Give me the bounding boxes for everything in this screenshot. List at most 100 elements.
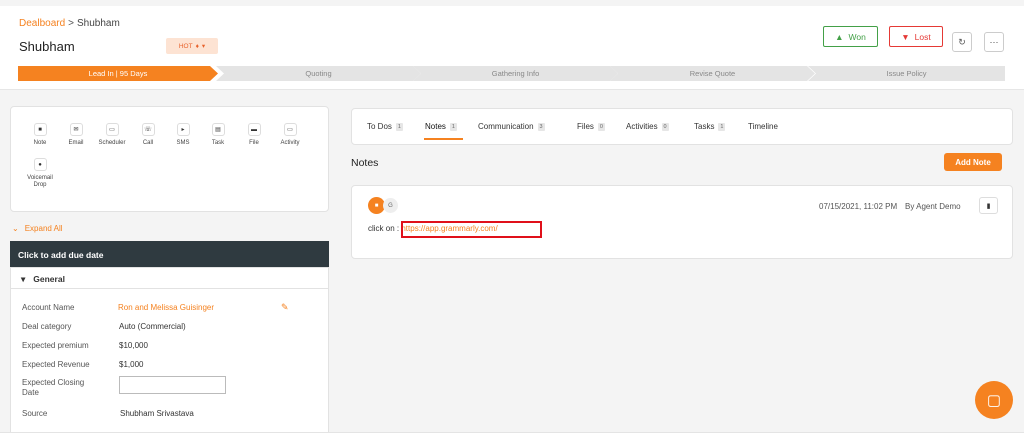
scheduler-action-label: Scheduler: [98, 140, 126, 146]
voicemail-drop-action[interactable]: ● Voicemail Drop: [22, 158, 58, 189]
more-options-button[interactable]: ⋯: [984, 32, 1004, 52]
deal-header: Dealboard > Shubham Shubham HOT ♦ ▾ ▲ Won …: [0, 6, 1024, 90]
general-label: General: [33, 274, 65, 284]
refresh-icon: ↻: [958, 36, 966, 47]
tab-notes[interactable]: Notes 1: [425, 122, 457, 131]
tab-communication-label: Communication: [478, 122, 534, 131]
tab-timeline-label: Timeline: [748, 122, 778, 131]
fire-icon: ♦: [195, 42, 199, 50]
avatar: G: [383, 198, 398, 213]
breadcrumb-separator: >: [68, 18, 74, 29]
expand-all-label: Expand All: [24, 224, 63, 233]
expected-closing-row: Expected Closing Date: [22, 378, 102, 398]
trash-icon: ▮: [986, 202, 991, 210]
tab-notes-label: Notes: [425, 122, 446, 131]
lost-label: Lost: [914, 31, 931, 42]
task-icon: ▤: [211, 123, 225, 136]
expected-revenue-row: Expected Revenue $1,000: [22, 360, 143, 370]
delete-note-button[interactable]: ▮: [979, 197, 998, 214]
tab-todos-label: To Dos: [367, 122, 392, 131]
chevron-down-icon: ▾: [201, 43, 206, 50]
tab-tasks-count: 1: [718, 122, 726, 131]
source-row: Source Shubham Srivastava: [22, 409, 194, 419]
note-action[interactable]: ■ Note: [22, 123, 58, 147]
tab-files-label: Files: [577, 122, 594, 131]
stage-issue-policy[interactable]: Issue Policy: [808, 66, 1005, 81]
note-icon: ■: [33, 123, 47, 136]
activity-action[interactable]: ▭ Activity: [272, 123, 308, 147]
expected-premium-row: Expected premium $10,000: [22, 341, 148, 351]
deal-title: Shubham: [19, 39, 75, 54]
link-highlight-box: [401, 221, 542, 238]
stage-gathering-info[interactable]: Gathering Info: [413, 66, 618, 81]
refresh-button[interactable]: ↻: [952, 32, 972, 52]
task-action[interactable]: ▤ Task: [200, 123, 236, 147]
general-details: Account Name Ron and Melissa Guisinger ✎…: [10, 289, 329, 443]
task-action-label: Task: [211, 140, 225, 146]
tab-todos[interactable]: To Dos 1: [367, 122, 403, 131]
expected-revenue-label: Expected Revenue: [22, 360, 90, 369]
breadcrumb-current: Shubham: [77, 18, 120, 29]
breadcrumb-dealboard-link[interactable]: Dealboard: [19, 18, 65, 29]
tab-tasks[interactable]: Tasks 1: [694, 122, 726, 131]
stage-lead-in[interactable]: Lead In | 95 Days: [18, 66, 218, 81]
tab-activities-count: 0: [661, 122, 669, 131]
email-action[interactable]: ✉ Email: [58, 123, 94, 147]
tab-communication-count: 3: [537, 122, 545, 131]
call-action-label: Call: [142, 140, 154, 146]
add-due-date-bar[interactable]: Click to add due date: [10, 241, 329, 267]
sms-action-label: SMS: [176, 140, 190, 146]
won-button[interactable]: ▲ Won: [823, 26, 878, 47]
tab-communication[interactable]: Communication 3: [478, 122, 545, 131]
add-note-button[interactable]: Add Note: [944, 153, 1002, 171]
expected-premium-label: Expected premium: [22, 341, 89, 350]
active-tab-indicator: [424, 138, 463, 140]
tab-timeline[interactable]: Timeline: [748, 122, 778, 131]
expected-closing-date-input[interactable]: [119, 376, 226, 394]
tab-activities[interactable]: Activities 0: [626, 122, 669, 131]
sms-action[interactable]: ▸ SMS: [165, 123, 201, 147]
won-label: Won: [848, 31, 866, 42]
hot-status-dropdown[interactable]: HOT ♦ ▾: [166, 38, 218, 54]
note-prefix: click on :: [368, 224, 400, 233]
thumbs-up-icon: ▲: [835, 31, 844, 42]
source-value: Shubham Srivastava: [120, 409, 194, 418]
email-action-label: Email: [68, 140, 84, 146]
file-action[interactable]: ▬ File: [236, 123, 272, 147]
note-author: By Agent Demo: [905, 202, 961, 211]
stage-revise-quote[interactable]: Revise Quote: [610, 66, 815, 81]
thumbs-down-icon: ▼: [901, 31, 910, 42]
file-action-label: File: [249, 140, 259, 146]
lost-button[interactable]: ▼ Lost: [889, 26, 943, 47]
voicemail-action-label: Voicemail Drop: [27, 175, 53, 188]
note-datetime: 07/15/2021, 11:02 PM: [819, 202, 898, 211]
chat-icon: ▢: [986, 392, 1002, 409]
expected-revenue-value: $1,000: [119, 360, 144, 369]
source-label: Source: [22, 409, 48, 418]
activity-action-label: Activity: [280, 140, 300, 146]
scheduler-action[interactable]: ▭ Scheduler: [94, 123, 130, 147]
tab-todos-count: 1: [395, 122, 403, 131]
notes-heading: Notes: [351, 157, 379, 169]
breadcrumb: Dealboard > Shubham: [19, 18, 120, 29]
account-name-label: Account Name: [22, 303, 75, 312]
deal-pipeline: Lead In | 95 Days Quoting Gathering Info…: [18, 66, 1005, 81]
tab-files[interactable]: Files 0: [577, 122, 605, 131]
deal-category-value: Auto (Commercial): [119, 322, 186, 331]
expand-all-toggle[interactable]: ⌄ Expand All: [12, 224, 63, 233]
account-name-link[interactable]: Ron and Melissa Guisinger: [110, 303, 214, 313]
sms-icon: ▸: [176, 123, 190, 136]
tab-activities-label: Activities: [626, 122, 658, 131]
call-action[interactable]: ☏ Call: [130, 123, 166, 147]
chat-launcher-button[interactable]: ▢: [975, 381, 1013, 419]
mic-icon: ●: [33, 158, 47, 171]
expected-closing-label: Expected Closing Date: [22, 378, 85, 397]
stage-quoting[interactable]: Quoting: [216, 66, 421, 81]
email-icon: ✉: [69, 123, 83, 136]
deal-category-label: Deal category: [22, 322, 72, 331]
edit-pencil-icon[interactable]: ✎: [281, 302, 289, 313]
expected-premium-value: $10,000: [119, 341, 148, 350]
general-section-header[interactable]: ▾ General: [10, 267, 329, 289]
phone-icon: ☏: [141, 123, 155, 136]
tab-tasks-label: Tasks: [694, 122, 715, 131]
